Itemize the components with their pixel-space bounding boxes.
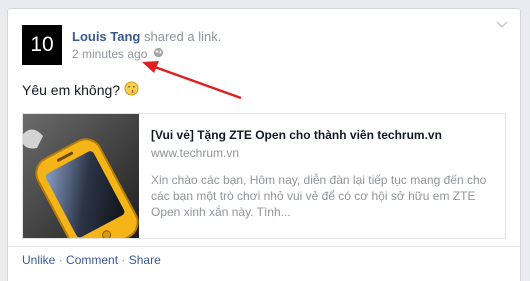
- action-separator: ·: [118, 253, 129, 267]
- author-name-link[interactable]: Louis Tang: [72, 29, 140, 44]
- kiss-emoticon-icon: [124, 81, 139, 99]
- link-thumbnail[interactable]: [23, 114, 139, 238]
- story-actions: Unlike · Comment · Share: [22, 253, 161, 267]
- avatar[interactable]: 10: [22, 25, 62, 65]
- link-text: [Vui vẻ] Tặng ZTE Open cho thành viên te…: [139, 114, 507, 238]
- share-link[interactable]: Share: [129, 253, 161, 267]
- story-meta: 2 minutes ago: [72, 47, 164, 61]
- comment-link[interactable]: Comment: [66, 253, 118, 267]
- news-feed-story: 10 Louis Tang shared a link. 2 minutes a…: [7, 8, 521, 281]
- status-message: Yêu em không?: [22, 81, 139, 99]
- action-separator: ·: [55, 253, 67, 267]
- unlike-link[interactable]: Unlike: [22, 253, 55, 267]
- story-header: Louis Tang shared a link.: [72, 29, 221, 44]
- status-text: Yêu em không?: [22, 82, 121, 98]
- chevron-down-icon[interactable]: [496, 21, 508, 31]
- timestamp-link[interactable]: 2 minutes ago: [72, 47, 147, 61]
- avatar-text: 10: [30, 33, 54, 56]
- link-title[interactable]: [Vui vẻ] Tặng ZTE Open cho thành viên te…: [151, 128, 497, 142]
- divider: [8, 246, 520, 247]
- shared-link-preview[interactable]: [Vui vẻ] Tặng ZTE Open cho thành viên te…: [22, 113, 506, 239]
- globe-icon[interactable]: [153, 47, 164, 61]
- story-action-text: shared a link.: [140, 29, 222, 44]
- link-host: www.techrum.vn: [151, 146, 240, 160]
- link-description: Xin chào các bạn, Hôm nay, diễn đàn lại …: [151, 173, 487, 219]
